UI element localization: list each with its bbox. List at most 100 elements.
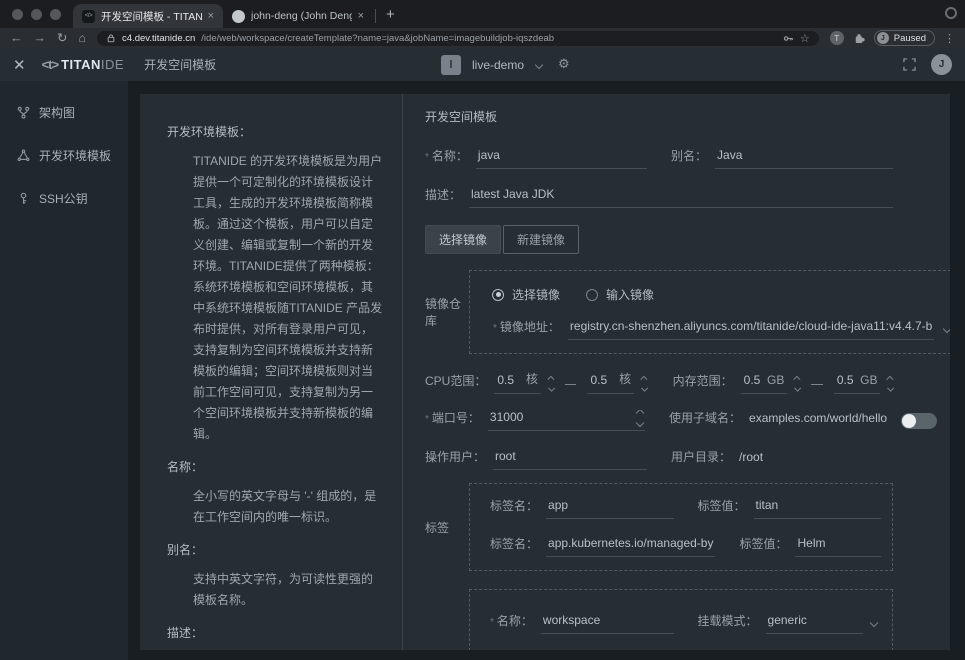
tag-name-input[interactable]: app — [546, 498, 673, 519]
profile-paused-button[interactable]: J Paused — [874, 30, 935, 46]
tag-value-input[interactable]: titan — [754, 498, 881, 519]
tab-strip: </> 开发空间模板 - TITANIDE × john-deng (John … — [0, 0, 965, 28]
help-body: 支持中英文字符，为可读性更强的模板名称。 — [167, 569, 384, 611]
range-dash — [565, 384, 577, 385]
sidebar-item-architecture[interactable]: 架构图 — [0, 91, 128, 134]
tag-value-label: 标签值： — [739, 535, 787, 557]
chevron-down-icon[interactable] — [870, 619, 878, 627]
lock-icon — [106, 33, 116, 43]
browser-tab-github[interactable]: john-deng (John Deng) - GitHu × — [223, 4, 373, 28]
subdomain-toggle[interactable] — [901, 413, 937, 429]
name-input[interactable]: java — [476, 148, 647, 169]
help-panel: 开发环境模板： TITANIDE 的开发环境模板是为用户提供一个可定制化的环境模… — [140, 94, 403, 650]
url-host: c4.dev.titanide.cn — [122, 33, 195, 44]
workspace-selector[interactable]: l live-demo ⚙ — [441, 55, 570, 75]
reload-button[interactable]: ↻ — [57, 32, 67, 45]
storage-section-label — [425, 589, 469, 650]
browser-toolbar: ← → ↻ ⌂ c4.dev.titanide.cn/ide/web/works… — [0, 28, 965, 48]
image-address-label: 镜像地址： — [493, 318, 560, 340]
memory-range-label: 内存范围： — [673, 372, 733, 394]
tab-close-icon[interactable]: × — [208, 10, 214, 22]
sidebar-item-label: 架构图 — [39, 104, 75, 121]
extensions-puzzle-icon[interactable] — [853, 32, 865, 44]
browser-menu-icon[interactable]: ⋮ — [944, 32, 955, 45]
browser-tab-active[interactable]: </> 开发空间模板 - TITANIDE × — [73, 4, 223, 28]
home-button[interactable]: ⌂ — [78, 32, 86, 45]
main-area: 开发环境模板： TITANIDE 的开发环境模板是为用户提供一个可定制化的环境模… — [128, 81, 965, 660]
window-minimize-button[interactable] — [31, 9, 42, 20]
tag-name-input[interactable]: app.kubernetes.io/managed-by — [546, 536, 715, 557]
storage-name-input[interactable]: workspace — [541, 613, 674, 634]
subdomain-label: 使用子域名： — [669, 409, 741, 431]
browser-window: </> 开发空间模板 - TITANIDE × john-deng (John … — [0, 0, 965, 660]
radio-unselected-icon[interactable] — [586, 289, 598, 301]
back-button[interactable]: ← — [10, 32, 23, 45]
cpu-min-input[interactable]: 0.5核 — [494, 370, 541, 394]
saved-password-key-icon[interactable] — [783, 33, 794, 44]
sidebar-item-ssh-key[interactable]: SSH公钥 — [0, 177, 128, 220]
address-bar[interactable]: c4.dev.titanide.cn/ide/web/workspace/cre… — [97, 31, 819, 46]
mount-mode-select[interactable]: generic — [766, 613, 863, 634]
window-close-button[interactable] — [12, 9, 23, 20]
port-input[interactable]: 31000 — [488, 410, 645, 431]
storage-box: 名称： workspace 挂载模式： generic — [469, 589, 893, 650]
window-controls[interactable] — [0, 9, 73, 28]
new-image-button[interactable]: 新建镜像 — [503, 225, 579, 254]
window-maximize-button[interactable] — [50, 9, 61, 20]
stepper-icon[interactable] — [549, 377, 554, 390]
stepper-icon[interactable] — [642, 377, 647, 390]
settings-gear-icon[interactable]: ⚙ — [558, 57, 570, 72]
paused-label: Paused — [894, 33, 926, 44]
stepper-icon[interactable] — [888, 377, 893, 390]
user-input[interactable]: root — [493, 449, 647, 470]
alias-label: 别名： — [671, 147, 707, 169]
sidebar-item-dev-env-template[interactable]: 开发环境模板 — [0, 134, 128, 177]
homedir-value: /root — [739, 450, 763, 470]
tab-close-icon[interactable]: × — [358, 10, 364, 22]
description-input[interactable]: latest Java JDK — [469, 187, 893, 208]
description-label: 描述： — [425, 186, 461, 208]
fullscreen-icon[interactable] — [903, 58, 916, 71]
registry-box: 选择镜像 输入镜像 镜像地址： registry.cn-shenzhen.ali… — [469, 270, 950, 354]
registry-section-label: 镜像仓库 — [425, 270, 469, 354]
new-tab-button[interactable]: + — [382, 6, 405, 28]
template-form: 开发空间模板 名称： java 别名： Java — [403, 94, 950, 650]
chevron-down-icon[interactable] — [943, 325, 950, 333]
image-address-select[interactable]: registry.cn-shenzhen.aliyuncs.com/titani… — [568, 319, 934, 340]
radio-input-image[interactable]: 输入镜像 — [586, 286, 654, 303]
help-heading: 开发环境模板： — [167, 123, 384, 140]
select-image-button[interactable]: 选择镜像 — [425, 225, 501, 254]
help-body: TITANIDE 的开发环境模板是为用户提供一个可定制化的环境模板设计工具，生成… — [167, 151, 384, 445]
memory-max-input[interactable]: 0.5GB — [834, 373, 881, 394]
stepper-icon[interactable] — [637, 410, 643, 426]
titanide-logo: <t> TITAN IDE — [42, 57, 125, 72]
tag-value-input[interactable]: Helm — [795, 536, 881, 557]
name-label: 名称： — [425, 147, 468, 169]
alias-input[interactable]: Java — [715, 148, 893, 169]
logo-brackets-icon: <t> — [42, 57, 59, 72]
chevron-down-icon[interactable] — [535, 60, 543, 68]
user-avatar[interactable]: J — [931, 54, 952, 75]
cpu-max-input[interactable]: 0.5核 — [587, 370, 634, 394]
radio-select-image[interactable]: 选择镜像 — [492, 286, 560, 303]
extension-avatar-icon[interactable]: T — [830, 31, 844, 45]
bookmark-star-icon[interactable]: ☆ — [800, 32, 810, 45]
stepper-icon[interactable] — [795, 377, 800, 390]
storage-row: 名称： workspace 挂载模式： generic — [490, 612, 881, 634]
sidebar-item-label: 开发环境模板 — [39, 147, 111, 164]
memory-min-input[interactable]: 0.5GB — [741, 373, 788, 394]
port-label: 端口号： — [425, 409, 480, 431]
titanide-favicon-icon: </> — [82, 10, 95, 23]
subdomain-value: examples.com/world/hello — [749, 411, 887, 431]
help-heading: 描述： — [167, 624, 384, 641]
help-body: 全小写的英文字母与 '-' 组成的，是在工作空间内的唯一标识。 — [167, 486, 384, 528]
range-dash — [811, 384, 823, 385]
help-heading: 别名： — [167, 541, 384, 558]
tag-row: 标签名： app 标签值： titan — [490, 497, 881, 519]
cpu-range-label: CPU范围： — [425, 372, 486, 394]
forward-button[interactable]: → — [34, 32, 47, 45]
radio-selected-icon[interactable] — [492, 289, 504, 301]
tab-title: 开发空间模板 - TITANIDE — [101, 9, 202, 24]
close-page-icon[interactable]: ✕ — [13, 56, 26, 74]
sidebar: 架构图 开发环境模板 SSH公钥 — [0, 81, 128, 660]
